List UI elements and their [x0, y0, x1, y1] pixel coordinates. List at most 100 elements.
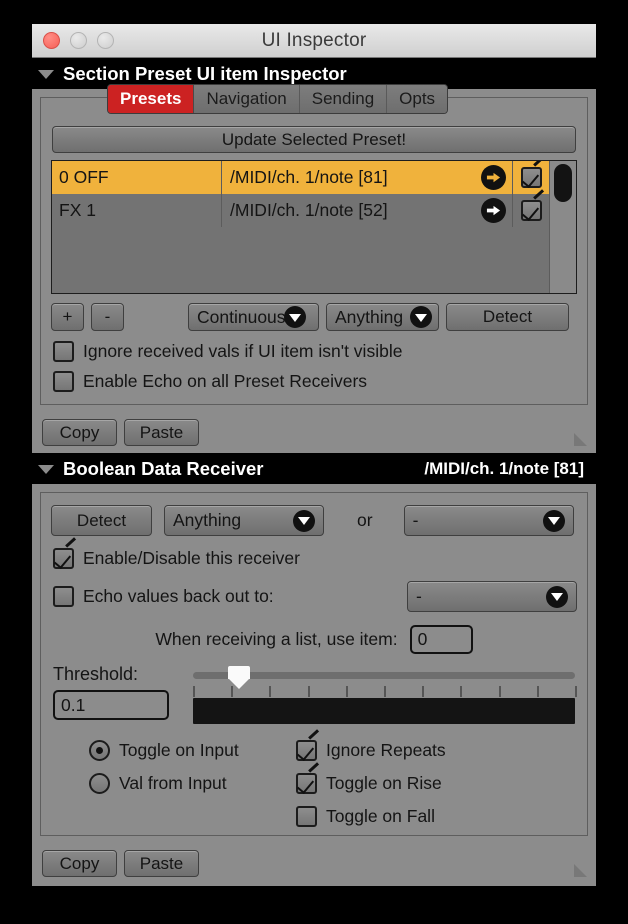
receiver-type-label: Anything [173, 510, 242, 530]
paste-button[interactable]: Paste [124, 850, 199, 877]
toggle-on-input-label: Toggle on Input [119, 740, 239, 760]
copy-label: Copy [59, 422, 100, 442]
resize-handle[interactable] [574, 864, 587, 877]
detect-button[interactable]: Detect [446, 303, 569, 331]
toggle-on-input-option[interactable]: Toggle on Input [89, 740, 296, 761]
copy-button[interactable]: Copy [42, 850, 117, 877]
toggle-on-rise-option[interactable]: Toggle on Rise [296, 773, 446, 794]
copy-label: Copy [59, 853, 100, 873]
preset-address-cell: /MIDI/ch. 1/note [81] [222, 161, 512, 194]
arrow-right-icon[interactable] [481, 165, 506, 190]
resize-handle[interactable] [574, 433, 587, 446]
enable-receiver-option[interactable]: Enable/Disable this receiver [53, 548, 587, 569]
tab-presets[interactable]: Presets [108, 85, 195, 113]
ignore-repeats-option[interactable]: Ignore Repeats [296, 740, 446, 761]
echo-option[interactable]: Echo values back out to: [53, 586, 274, 607]
slider-tick [460, 686, 463, 697]
or-label: or [357, 510, 373, 530]
preset-inner-box: Presets Navigation Sending Opts Update S… [40, 84, 588, 405]
type-dropdown[interactable]: Anything [326, 303, 439, 331]
chevron-down-icon [542, 509, 565, 532]
slider-tick [193, 686, 195, 697]
boolean-receiver-title: Boolean Data Receiver [63, 457, 264, 479]
list-item-value: 0 [417, 629, 428, 649]
tab-navigation[interactable]: Navigation [194, 85, 300, 113]
ignore-invisible-checkbox[interactable] [53, 341, 74, 362]
preset-list[interactable]: 0 OFF /MIDI/ch. 1/note [81] FX 1 /MIDI/c… [51, 160, 577, 294]
type-dropdown-label: Anything [335, 306, 404, 327]
preset-enable-checkbox[interactable] [521, 167, 542, 188]
toggle-on-input-radio[interactable] [89, 740, 110, 761]
tab-sending-label: Sending [311, 89, 375, 108]
enable-echo-checkbox[interactable] [53, 371, 74, 392]
receiver-footer: Copy Paste [32, 844, 596, 884]
threshold-value: 0.1 [61, 694, 86, 715]
table-row[interactable]: FX 1 /MIDI/ch. 1/note [52] [52, 194, 576, 227]
arrow-right-icon[interactable] [481, 198, 506, 223]
echo-destination-label: - [416, 586, 422, 606]
preset-footer: Copy Paste [32, 413, 596, 453]
slider-tick [498, 686, 501, 697]
val-from-input-option[interactable]: Val from Input [89, 773, 296, 794]
or-dropdown-label: - [412, 510, 419, 530]
threshold-right [193, 664, 577, 724]
preset-list-scrollbar[interactable] [549, 161, 576, 293]
echo-row: Echo values back out to: - [53, 581, 577, 612]
slider-tick [384, 686, 386, 697]
threshold-input[interactable]: 0.1 [53, 690, 169, 720]
add-preset-button[interactable]: + [51, 303, 84, 331]
slider-tick [307, 686, 310, 697]
checkbox-group: Ignore Repeats Toggle on Rise Toggle on … [296, 740, 446, 827]
tab-sending[interactable]: Sending [299, 85, 388, 113]
preset-address: /MIDI/ch. 1/note [81] [230, 167, 388, 187]
chevron-down-icon [410, 306, 432, 328]
list-item-input[interactable]: 0 [409, 625, 473, 654]
preset-enable-checkbox[interactable] [521, 200, 542, 221]
threshold-slider[interactable] [193, 664, 577, 698]
toggle-on-fall-option[interactable]: Toggle on Fall [296, 806, 446, 827]
ignore-invisible-label: Ignore received vals if UI item isn't vi… [83, 341, 403, 361]
enable-echo-option[interactable]: Enable Echo on all Preset Receivers [53, 371, 587, 392]
paste-button[interactable]: Paste [124, 419, 199, 446]
receiver-detect-label: Detect [76, 510, 127, 530]
copy-button[interactable]: Copy [42, 419, 117, 446]
disclosure-triangle-icon[interactable] [38, 465, 54, 474]
ignore-invisible-option[interactable]: Ignore received vals if UI item isn't vi… [53, 341, 587, 362]
threshold-label: Threshold: [53, 664, 139, 684]
radio-group: Toggle on Input Val from Input [41, 740, 296, 827]
threshold-row: Threshold: 0.1 [53, 664, 577, 724]
mode-options-row: Toggle on Input Val from Input Ignore Re… [41, 740, 587, 827]
slider-ticks [193, 686, 577, 697]
chevron-down-icon [284, 306, 306, 328]
enable-receiver-checkbox[interactable] [53, 548, 74, 569]
mode-dropdown[interactable]: Continuous [188, 303, 319, 331]
remove-preset-button[interactable]: - [91, 303, 124, 331]
tab-opts[interactable]: Opts [387, 85, 448, 113]
echo-checkbox[interactable] [53, 586, 74, 607]
disclosure-triangle-icon[interactable] [38, 70, 54, 79]
preset-controls-row: + - Continuous Anything Detect [51, 303, 577, 331]
scrollbar-thumb[interactable] [554, 164, 572, 202]
receiver-type-dropdown[interactable]: Anything [164, 505, 324, 536]
toggle-on-rise-checkbox[interactable] [296, 773, 317, 794]
receiver-detect-button[interactable]: Detect [51, 505, 152, 536]
toggle-on-rise-label: Toggle on Rise [326, 773, 442, 793]
preset-tabs: Presets Navigation Sending Opts [107, 84, 449, 114]
or-dropdown[interactable]: - [403, 505, 574, 536]
toggle-on-fall-checkbox[interactable] [296, 806, 317, 827]
boolean-receiver-header[interactable]: Boolean Data Receiver /MIDI/ch. 1/note [… [32, 453, 596, 484]
window-title: UI Inspector [261, 29, 367, 51]
chevron-down-icon [546, 585, 568, 608]
echo-destination-dropdown[interactable]: - [407, 581, 577, 612]
list-item-label: When receiving a list, use item: [155, 629, 398, 649]
slider-tick [575, 686, 577, 697]
slider-tick [345, 686, 348, 697]
ui-inspector-window: UI Inspector Section Preset UI item Insp… [32, 24, 596, 886]
tab-presets-label: Presets [120, 89, 182, 108]
list-item-row: When receiving a list, use item: 0 [41, 625, 587, 654]
table-row[interactable]: 0 OFF /MIDI/ch. 1/note [81] [52, 161, 576, 194]
ignore-repeats-checkbox[interactable] [296, 740, 317, 761]
val-from-input-radio[interactable] [89, 773, 110, 794]
chevron-down-icon [293, 509, 315, 532]
update-selected-preset-button[interactable]: Update Selected Preset! [52, 126, 576, 153]
